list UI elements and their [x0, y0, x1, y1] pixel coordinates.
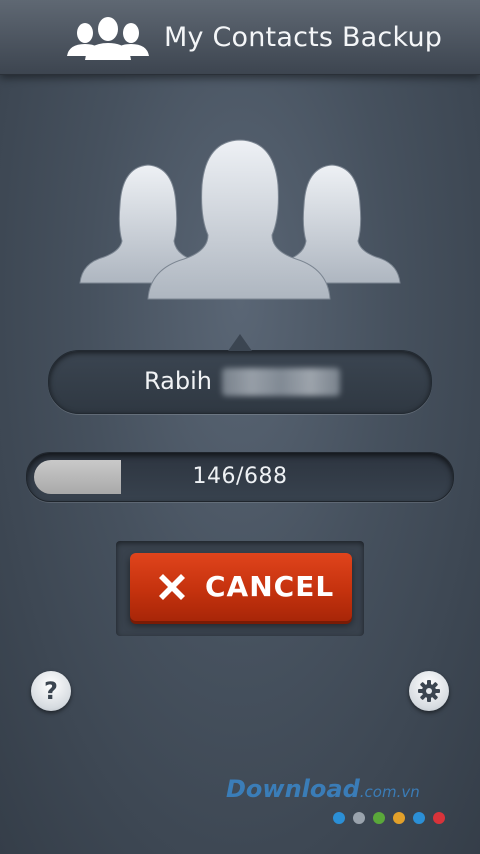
watermark-suffix: .com.vn: [359, 783, 420, 801]
watermark-text: Download.com.vn: [226, 775, 420, 803]
help-button[interactable]: ?: [31, 671, 71, 711]
watermark-dot: [393, 812, 405, 824]
cancel-button[interactable]: CANCEL: [130, 553, 352, 621]
help-icon: ?: [44, 677, 58, 705]
watermark-dot: [333, 812, 345, 824]
app-title: My Contacts Backup: [164, 22, 443, 53]
watermark-dot: [353, 812, 365, 824]
watermark-dots: [333, 809, 453, 824]
cancel-label: CANCEL: [205, 570, 335, 603]
contact-surname-blurred: [222, 368, 340, 396]
progress-count: 146/688: [192, 464, 288, 489]
settings-button[interactable]: [409, 671, 449, 711]
watermark-dot: [413, 812, 425, 824]
watermark-dot: [373, 812, 385, 824]
contacts-group-icon: [67, 17, 149, 60]
contacts-silhouette-icon: [79, 139, 401, 300]
contact-name: Rabih: [144, 367, 212, 395]
gear-icon: [418, 680, 440, 702]
name-pointer-arrow: [228, 334, 252, 351]
app-header: My Contacts Backup: [0, 0, 480, 75]
backup-progress-bar: 146/688: [26, 452, 454, 502]
watermark-dot: [433, 812, 445, 824]
close-x-icon: [159, 574, 185, 600]
watermark-brand: Download: [226, 775, 360, 803]
